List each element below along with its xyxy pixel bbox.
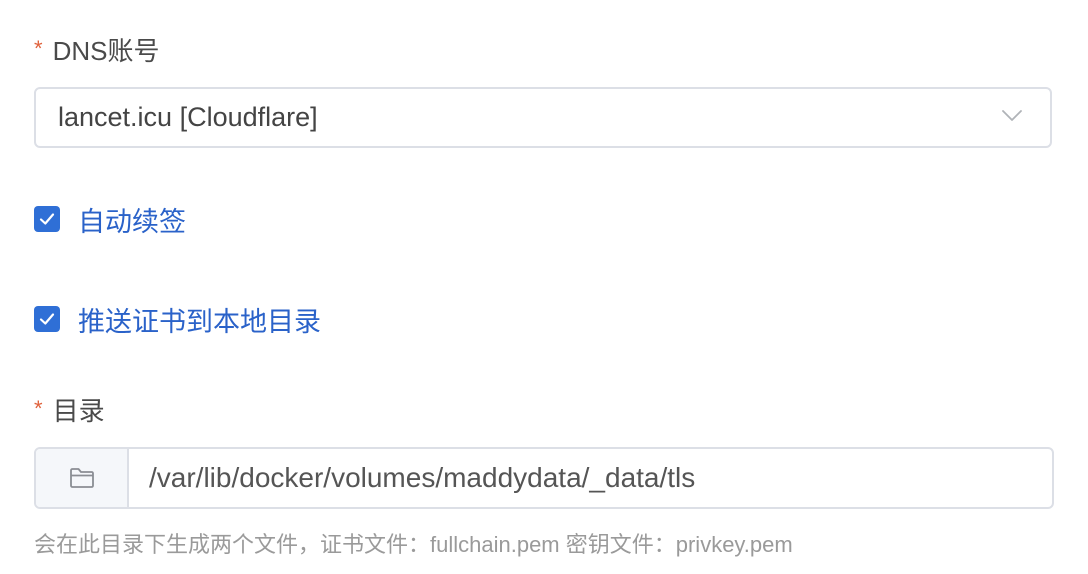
- directory-label-row: * 目录: [34, 394, 105, 426]
- dns-account-selected-value: lancet.icu [Cloudflare]: [58, 102, 318, 132]
- push-cert-label[interactable]: 推送证书到本地目录: [78, 300, 321, 339]
- directory-hint: 会在此目录下生成两个文件，证书文件：fullchain.pem 密钥文件：pri…: [34, 532, 793, 557]
- required-mark: *: [34, 396, 43, 421]
- directory-label: 目录: [52, 395, 105, 426]
- folder-icon: [69, 468, 94, 488]
- auto-renew-label[interactable]: 自动续签: [78, 200, 186, 239]
- checkmark-icon: [39, 313, 55, 325]
- dns-account-select[interactable]: lancet.icu [Cloudflare]: [34, 87, 1052, 148]
- chevron-down-icon: [1000, 103, 1024, 132]
- directory-input-group: [34, 447, 1054, 509]
- push-cert-checkbox-box[interactable]: [34, 306, 60, 332]
- auto-renew-checkbox[interactable]: 自动续签: [34, 204, 186, 237]
- dns-account-label-row: * DNS账号: [34, 34, 159, 66]
- required-mark: *: [34, 36, 43, 61]
- push-cert-checkbox[interactable]: 推送证书到本地目录: [34, 304, 321, 337]
- auto-renew-checkbox-box[interactable]: [34, 206, 60, 232]
- folder-picker-button[interactable]: [36, 449, 129, 507]
- directory-path-input[interactable]: [129, 449, 1052, 507]
- dns-account-label: DNS账号: [52, 35, 160, 66]
- certificate-form: * DNS账号 lancet.icu [Cloudflare] 自动续签 推送证…: [0, 0, 1088, 574]
- checkmark-icon: [39, 213, 55, 225]
